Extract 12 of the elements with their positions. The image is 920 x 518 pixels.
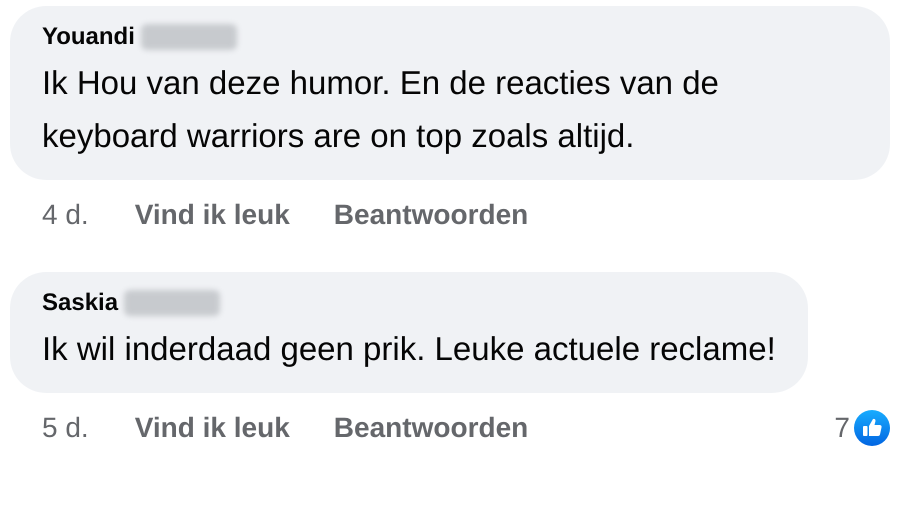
comment-time[interactable]: 4 d. (42, 199, 89, 231)
comment-text: Ik wil inderdaad geen prik. Leuke actuele reclame! (42, 329, 776, 369)
author-name[interactable]: Saskia (42, 289, 118, 317)
action-link[interactable]: Beantwoorden (334, 199, 528, 231)
action-link[interactable]: Vind ik leuk (134, 199, 290, 231)
action-link[interactable]: Beantwoorden (334, 412, 528, 444)
comment-text: Ik Hou van deze humor. En de reacties van de keyboard warriors are on top zoals altijd. (42, 63, 720, 156)
author-name[interactable]: Youandi (42, 23, 135, 51)
reaction-count[interactable]: 7 (834, 412, 850, 444)
action-link[interactable]: Vind ik leuk (134, 412, 290, 444)
comment-time[interactable]: 5 d. (42, 412, 89, 444)
thumbs-up-icon[interactable] (854, 410, 890, 446)
